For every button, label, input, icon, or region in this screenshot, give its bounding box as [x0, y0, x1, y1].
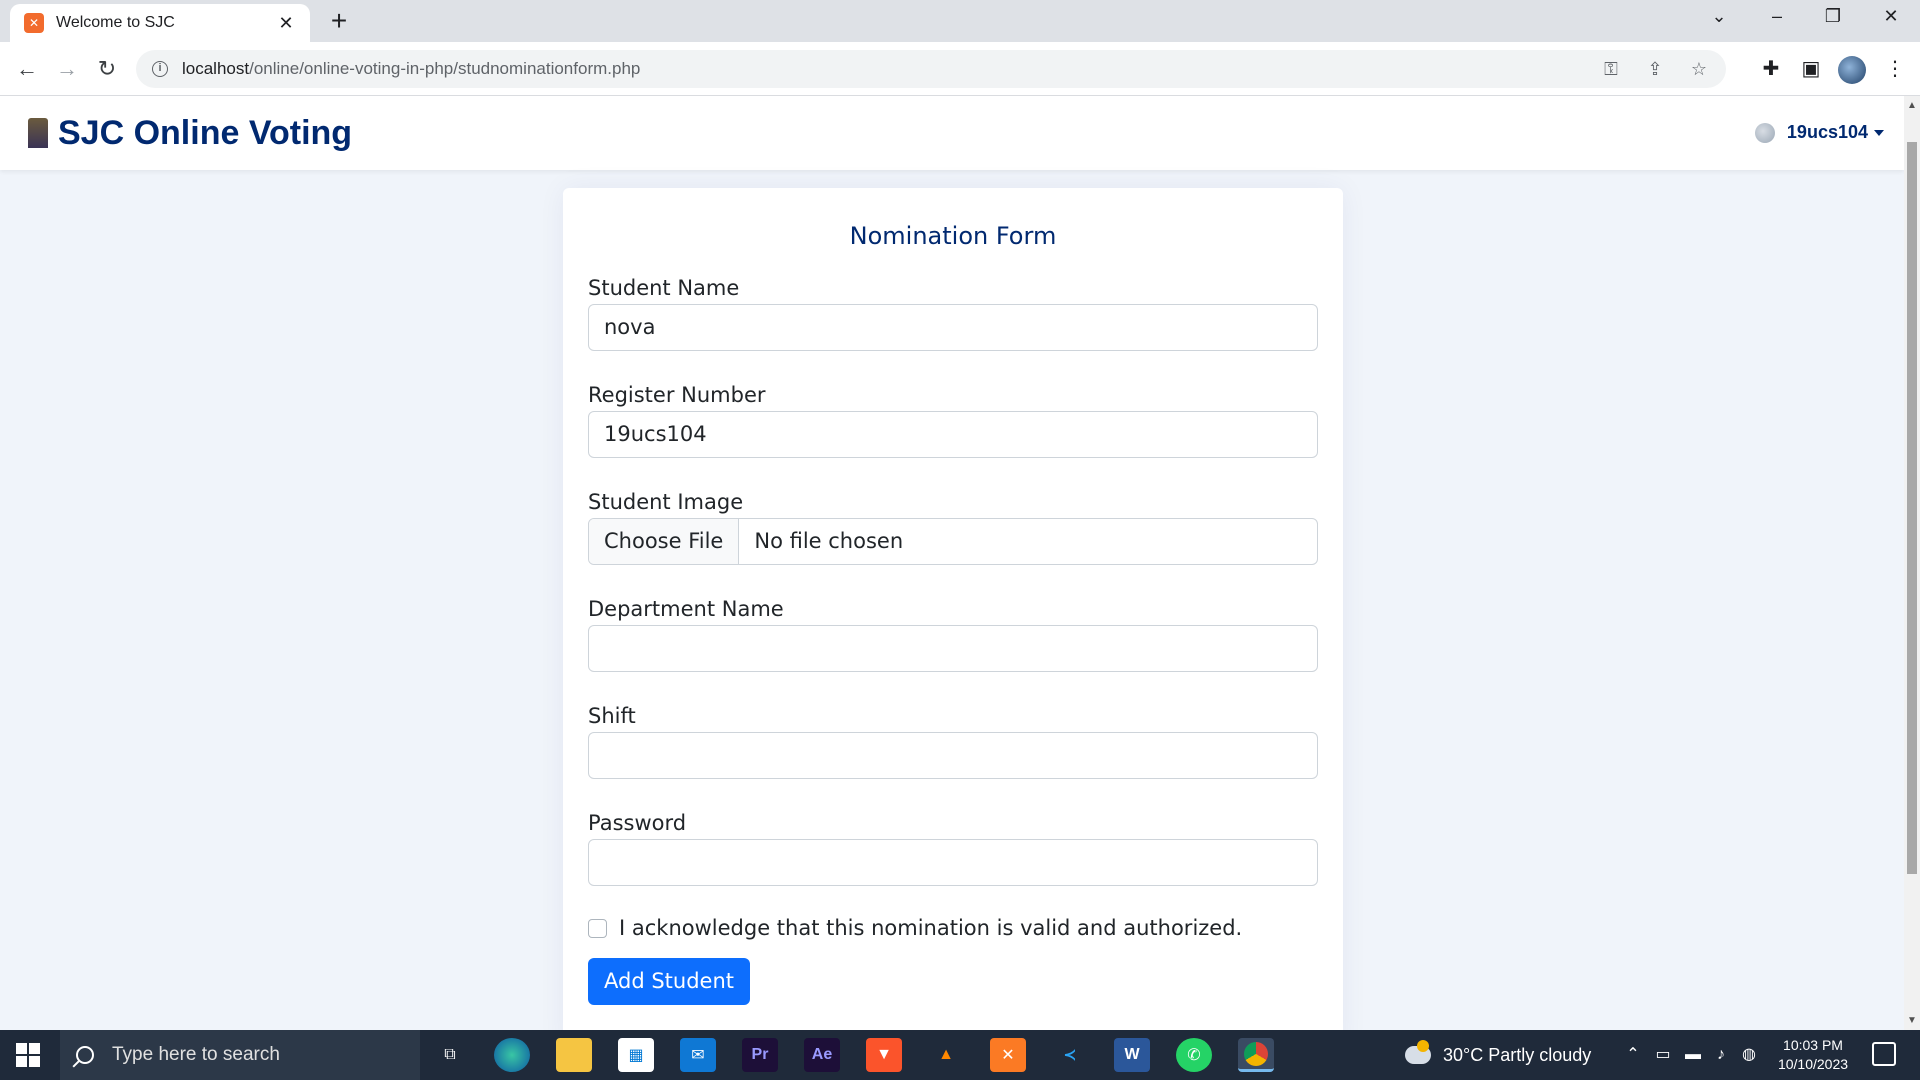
after-effects-icon[interactable]: Ae — [804, 1038, 840, 1072]
user-name: 19ucs104 — [1786, 122, 1868, 142]
minimize-button[interactable]: – — [1762, 6, 1792, 27]
url-path: /online/online-voting-in-php/studnominat… — [249, 59, 641, 78]
add-student-button[interactable]: Add Student — [588, 958, 750, 1005]
premiere-pro-icon[interactable]: Pr — [742, 1038, 778, 1072]
browser-menu-icon[interactable]: ⋮ — [1880, 54, 1910, 84]
tab-title: Welcome to SJC — [56, 14, 175, 31]
microsoft-store-icon[interactable]: ▦ — [618, 1038, 654, 1072]
site-info-icon[interactable]: i — [152, 61, 168, 77]
tab-search-icon[interactable]: ⌄ — [1704, 6, 1734, 27]
chevron-down-icon — [1874, 129, 1884, 136]
xampp-icon[interactable]: ✕ — [990, 1038, 1026, 1072]
side-panel-icon[interactable]: ▣ — [1796, 54, 1826, 84]
xampp-icon: ✕ — [24, 13, 44, 33]
student-name-label: Student Name — [588, 276, 740, 300]
search-icon — [76, 1046, 94, 1064]
password-key-icon[interactable]: ⚿ — [1600, 58, 1622, 80]
forward-button[interactable]: → — [52, 54, 82, 84]
shift-label: Shift — [588, 704, 636, 728]
vlc-icon[interactable]: ▲ — [928, 1038, 964, 1072]
restore-button[interactable]: ❐ — [1818, 6, 1848, 27]
windows-start-icon[interactable] — [16, 1043, 40, 1067]
student-name-input[interactable]: nova — [588, 304, 1318, 351]
scrollbar-thumb[interactable] — [1907, 142, 1917, 874]
windows-taskbar: Type here to search ⧉ ▦ ✉ Pr Ae ▼ ▲ ✕ ≺ … — [0, 1030, 1920, 1080]
user-avatar — [1754, 122, 1775, 143]
brave-icon[interactable]: ▼ — [866, 1038, 902, 1072]
page-viewport: SJC Online Voting 19ucs104 Nomination Fo… — [0, 96, 1904, 1030]
department-name-input[interactable] — [588, 625, 1318, 672]
edge-icon[interactable] — [494, 1038, 530, 1072]
mail-icon[interactable]: ✉ — [680, 1038, 716, 1072]
password-input[interactable] — [588, 839, 1318, 886]
shift-input[interactable] — [588, 732, 1318, 779]
file-status-text: No file chosen — [754, 529, 904, 553]
college-logo-icon[interactable] — [28, 118, 48, 148]
chevron-up-icon[interactable]: ⌃ — [1622, 1044, 1644, 1066]
share-icon[interactable]: ⇪ — [1644, 58, 1666, 80]
student-image-label: Student Image — [588, 490, 744, 514]
battery-icon[interactable]: ▬ — [1682, 1044, 1704, 1066]
back-button[interactable]: ← — [12, 54, 42, 84]
scroll-down-arrow-icon[interactable]: ▼ — [1904, 1015, 1920, 1026]
bookmark-star-icon[interactable]: ☆ — [1688, 58, 1710, 80]
extensions-puzzle-icon[interactable]: ✚ — [1756, 54, 1786, 84]
taskbar-search-placeholder: Type here to search — [112, 1044, 280, 1065]
brand-name[interactable]: SJC Online Voting — [58, 114, 352, 153]
register-number-input[interactable]: 19ucs104 — [588, 411, 1318, 458]
task-view-icon[interactable]: ⧉ — [432, 1038, 468, 1072]
reload-button[interactable]: ↻ — [92, 54, 122, 84]
speaker-icon[interactable]: ♪ — [1710, 1044, 1732, 1066]
weather-widget[interactable]: 30°C Partly cloudy — [1405, 1030, 1591, 1080]
form-title: Nomination Form — [849, 222, 1057, 250]
address-bar[interactable]: i localhost/online/online-voting-in-php/… — [136, 50, 1726, 88]
acknowledge-checkbox[interactable] — [588, 918, 607, 938]
page-scrollbar[interactable]: ▲ ▼ — [1904, 96, 1920, 1030]
new-tab-button[interactable]: + — [326, 7, 352, 35]
password-label: Password — [588, 811, 687, 835]
language-globe-icon[interactable]: ◍ — [1738, 1044, 1760, 1066]
site-navbar: SJC Online Voting 19ucs104 — [0, 96, 1904, 170]
student-image-file-input[interactable]: Choose File No file chosen — [588, 518, 1318, 565]
notification-center-icon[interactable] — [1872, 1042, 1896, 1066]
weather-text: 30°C Partly cloudy — [1443, 1044, 1592, 1065]
browser-tab[interactable]: ✕ Welcome to SJC ✕ — [10, 4, 310, 42]
user-menu-dropdown[interactable]: 19ucs104 — [1754, 122, 1884, 143]
browser-tabstrip: ✕ Welcome to SJC ✕ + ⌄ – ❐ ✕ — [0, 0, 1920, 42]
scroll-up-arrow-icon[interactable]: ▲ — [1904, 100, 1920, 111]
taskbar-clock[interactable]: 10:03 PM 10/10/2023 — [1768, 1036, 1858, 1074]
department-name-label: Department Name — [588, 597, 784, 621]
nomination-form-card: Nomination Form Student Name nova Regist… — [563, 188, 1343, 1030]
browser-toolbar: ← → ↻ i localhost/online/online-voting-i… — [0, 42, 1920, 96]
url-host: localhost — [182, 59, 250, 78]
partly-cloudy-icon — [1405, 1040, 1431, 1064]
whatsapp-icon[interactable]: ✆ — [1176, 1038, 1212, 1072]
profile-avatar[interactable] — [1838, 56, 1866, 84]
acknowledge-row: I acknowledge that this nomination is va… — [588, 916, 1242, 940]
close-tab-icon[interactable]: ✕ — [276, 13, 296, 34]
clock-time: 10:03 PM — [1783, 1037, 1843, 1053]
register-number-label: Register Number — [588, 383, 766, 407]
choose-file-button[interactable]: Choose File — [589, 519, 740, 564]
close-window-button[interactable]: ✕ — [1876, 6, 1906, 27]
clock-date: 10/10/2023 — [1777, 1056, 1849, 1072]
meet-now-icon[interactable]: ▭ — [1652, 1044, 1674, 1066]
vscode-icon[interactable]: ≺ — [1052, 1038, 1088, 1072]
taskbar-search-box[interactable]: Type here to search — [60, 1030, 420, 1080]
acknowledge-label[interactable]: I acknowledge that this nomination is va… — [619, 916, 1242, 940]
chrome-icon[interactable] — [1238, 1038, 1274, 1072]
file-explorer-icon[interactable] — [556, 1038, 592, 1072]
word-icon[interactable]: W — [1114, 1038, 1150, 1072]
